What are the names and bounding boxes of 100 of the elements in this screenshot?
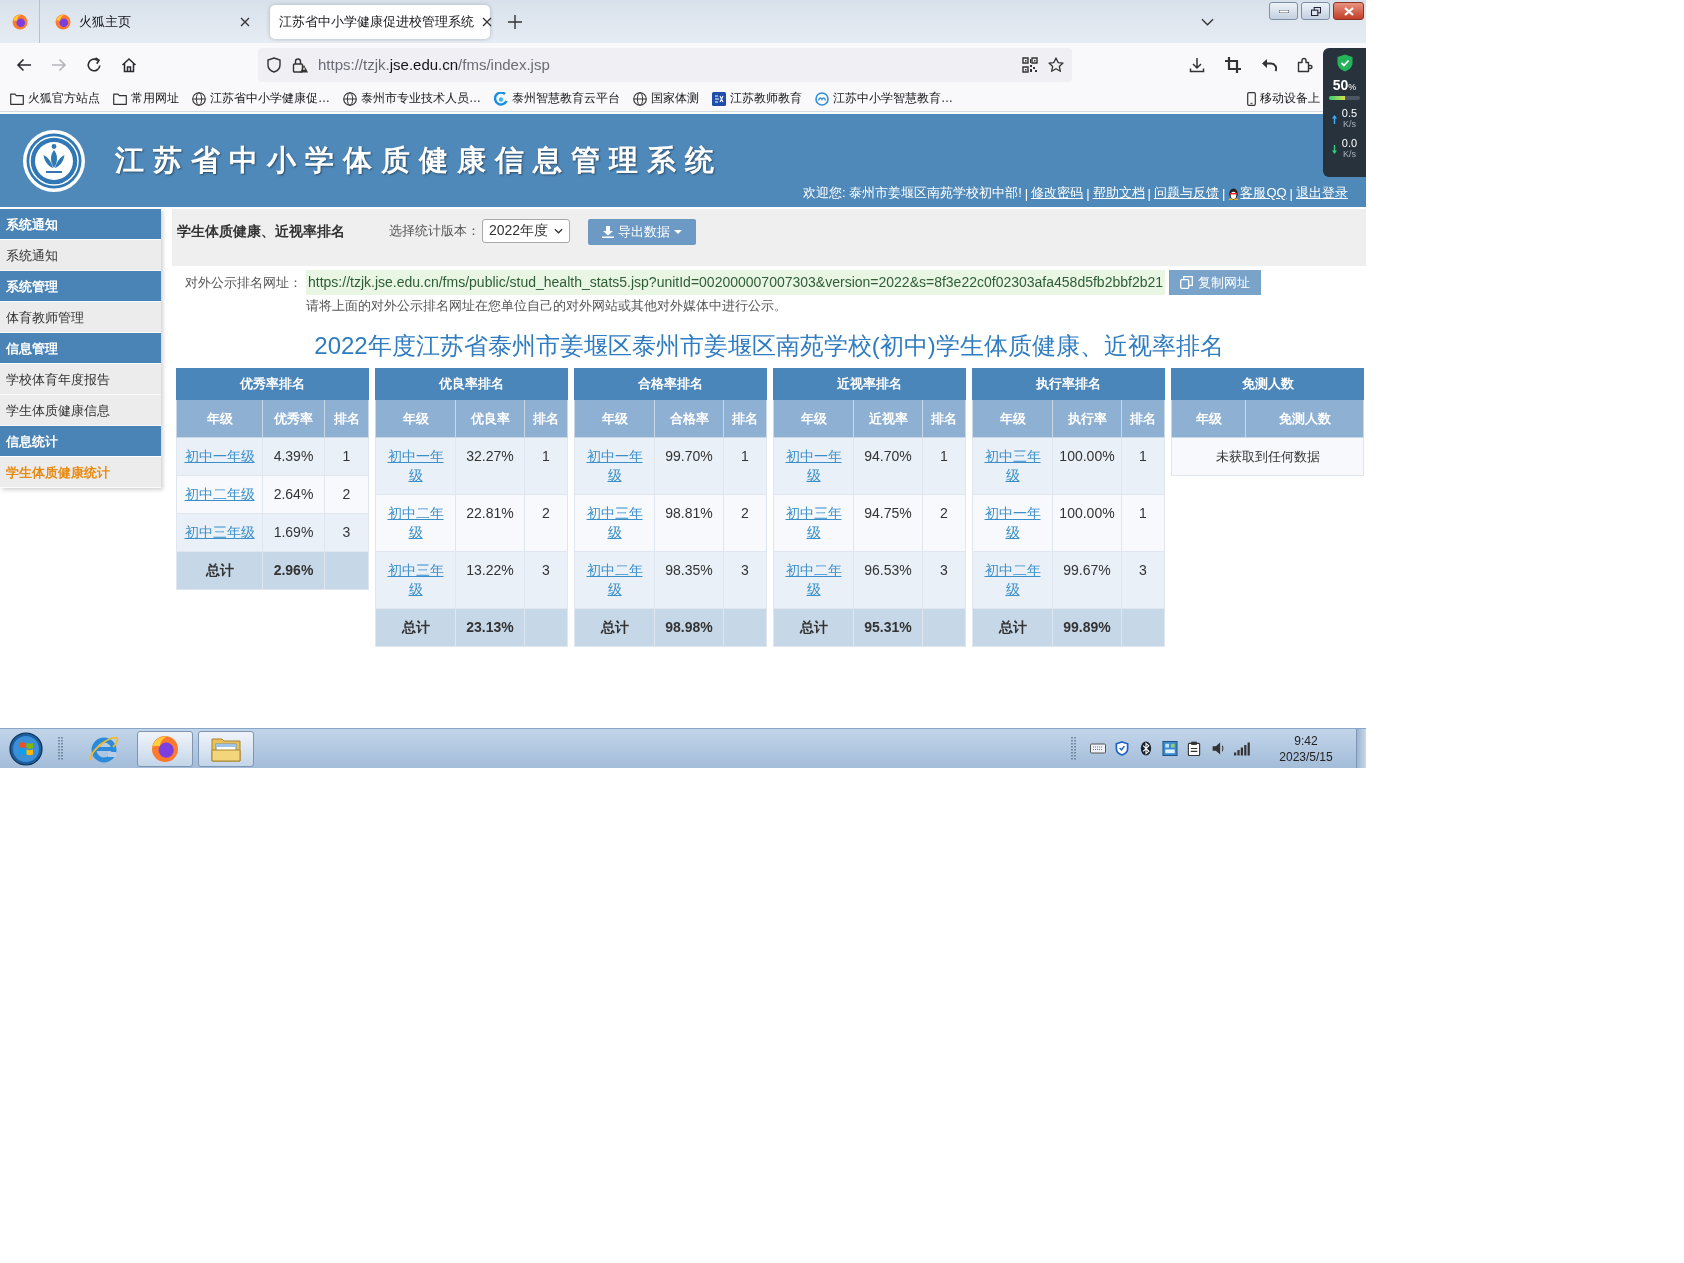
- grade-link[interactable]: 初中二年级: [780, 561, 847, 599]
- sidebar-section-header[interactable]: 系统通知: [0, 209, 161, 240]
- grade-link[interactable]: 初中一年级: [780, 447, 847, 485]
- header-link[interactable]: 修改密码: [1031, 184, 1084, 202]
- welcome-text: 欢迎您: 泰州市姜堰区南苑学校初中部!: [802, 184, 1022, 202]
- gripper-icon[interactable]: [58, 735, 63, 762]
- sidebar-section-header[interactable]: 系统管理: [0, 271, 161, 302]
- star-icon[interactable]: [1048, 56, 1064, 73]
- browser-logo-icon: [55, 13, 71, 30]
- globe-icon: [633, 91, 647, 106]
- puzzle-icon: [1297, 56, 1313, 73]
- restore-button[interactable]: [1301, 2, 1330, 20]
- grade-link[interactable]: 初中二年级: [979, 561, 1046, 599]
- table-cell: [723, 608, 767, 647]
- table-cell: 1: [1121, 437, 1165, 495]
- signal-bars-icon[interactable]: [1234, 741, 1250, 756]
- taskbar-app-button[interactable]: [198, 730, 254, 767]
- sidebar-item[interactable]: 学校体育年度报告: [0, 364, 161, 395]
- grade-link[interactable]: 初中三年级: [780, 504, 847, 542]
- app-tile-icon[interactable]: [1162, 741, 1178, 756]
- table-title: 合格率排名: [574, 368, 767, 400]
- header-link[interactable]: 问题与反馈: [1154, 184, 1219, 202]
- sidebar-item[interactable]: 系统通知: [0, 240, 161, 271]
- table-cell: 1: [1121, 494, 1165, 552]
- grade-link[interactable]: 初中一年级: [979, 504, 1046, 542]
- address-field[interactable]: https://tzjk.jse.edu.cn/fms/index.jsp: [258, 47, 1072, 82]
- grade-link[interactable]: 初中一年级: [581, 447, 648, 485]
- version-label: 选择统计版本：: [389, 222, 480, 240]
- table-cell: 2: [524, 494, 568, 552]
- bookmark-item[interactable]: 国家体测: [633, 90, 699, 107]
- support-link[interactable]: 客服QQ: [1228, 184, 1287, 202]
- keyboard-icon[interactable]: [1090, 741, 1106, 756]
- column-header: 执行率: [1052, 399, 1122, 438]
- table-cell: 2: [922, 494, 966, 552]
- close-button[interactable]: [1333, 2, 1364, 20]
- new-tab-button[interactable]: [506, 12, 524, 31]
- column-header: 优秀率: [262, 399, 325, 438]
- taskbar-app-button[interactable]: [137, 730, 193, 767]
- table-title: 优良率排名: [375, 368, 568, 400]
- grade-link[interactable]: 初中三年级: [581, 504, 648, 542]
- table-cell: [324, 551, 369, 590]
- browser-tab[interactable]: 火狐主页: [43, 4, 261, 39]
- table-cell: 总计: [773, 608, 854, 647]
- shield-check-icon: [1336, 54, 1353, 72]
- separator-text: |: [1024, 185, 1029, 201]
- empty-message: 未获取到任何数据: [1171, 437, 1364, 476]
- speaker-icon[interactable]: [1210, 741, 1226, 756]
- bookmark-item[interactable]: 泰州市专业技术人员…: [343, 90, 481, 107]
- clock-time[interactable]: 9:42: [1294, 732, 1318, 749]
- version-select[interactable]: 2022年度: [482, 219, 570, 243]
- table-cell: 95.31%: [853, 608, 923, 647]
- export-button[interactable]: 导出数据: [588, 219, 696, 245]
- shield-icon[interactable]: [1114, 741, 1130, 756]
- qr-code-icon[interactable]: [1022, 56, 1038, 73]
- sidebar-section-header[interactable]: 信息统计: [0, 426, 161, 457]
- bookmark-item[interactable]: 江苏中小学智慧教育…: [815, 90, 953, 107]
- bookmark-item[interactable]: 火狐官方站点: [10, 90, 100, 107]
- clipboard-icon[interactable]: [1186, 741, 1202, 756]
- grade-link[interactable]: 初中三年级: [382, 561, 449, 599]
- table-cell: 13.22%: [455, 551, 525, 609]
- table-title: 优秀率排名: [176, 368, 369, 400]
- grade-link[interactable]: 初中三年级: [183, 523, 256, 542]
- sidebar-item[interactable]: 学生体质健康信息: [0, 395, 161, 426]
- header-link[interactable]: 退出登录: [1296, 184, 1348, 202]
- sidebar-section-header[interactable]: 信息管理: [0, 333, 161, 364]
- table-cell: 100.00%: [1052, 437, 1122, 495]
- column-header: 年级: [375, 399, 456, 438]
- start-button[interactable]: [8, 730, 44, 767]
- bookmark-item[interactable]: 泰州智慧教育云平台: [494, 90, 620, 107]
- copy-url-button[interactable]: 复制网址: [1169, 270, 1262, 295]
- browser-logo-icon: [150, 734, 180, 763]
- globe-icon: [192, 91, 206, 106]
- bookmark-item[interactable]: 常用网址: [113, 90, 179, 107]
- folder-icon: [113, 91, 127, 106]
- column-header: 年级: [1171, 399, 1246, 438]
- orbit-logo-icon: [89, 734, 119, 763]
- grade-link[interactable]: 初中二年级: [581, 561, 648, 599]
- bookmark-item[interactable]: 江苏省中小学健康促…: [192, 90, 330, 107]
- grade-link[interactable]: 初中三年级: [979, 447, 1046, 485]
- clock-date[interactable]: 2023/5/15: [1279, 748, 1333, 765]
- undo-arrow-icon: [1261, 56, 1277, 73]
- header-link[interactable]: 帮助文档: [1092, 184, 1145, 202]
- browser-tab[interactable]: 江苏省中小学健康促进校管理系统: [270, 4, 490, 39]
- bluetooth-icon[interactable]: [1138, 741, 1154, 756]
- grade-link[interactable]: 初中二年级: [183, 485, 256, 504]
- sidebar-item[interactable]: 体育教师管理: [0, 302, 161, 333]
- table-cell: 94.75%: [853, 494, 923, 552]
- grade-link[interactable]: 初中二年级: [382, 504, 449, 542]
- close-icon: [1343, 6, 1354, 16]
- page-title: 学生体质健康、近视率排名: [177, 222, 345, 241]
- public-url-label: 对外公示排名网址：: [185, 274, 302, 292]
- plus-icon: [508, 14, 522, 29]
- globe-icon: [343, 91, 357, 106]
- bookmark-item[interactable]: 移动设备上: [1247, 90, 1320, 107]
- grade-link[interactable]: 初中一年级: [382, 447, 449, 485]
- monitor-widget[interactable]: 50% 0.5 K/s 0.0 K/s: [1323, 48, 1366, 177]
- sidebar-item[interactable]: 学生体质健康统计: [0, 457, 161, 488]
- bookmark-item[interactable]: 江苏教师教育: [712, 90, 802, 107]
- grade-link[interactable]: 初中一年级: [183, 447, 256, 466]
- gripper-icon[interactable]: [1071, 735, 1076, 762]
